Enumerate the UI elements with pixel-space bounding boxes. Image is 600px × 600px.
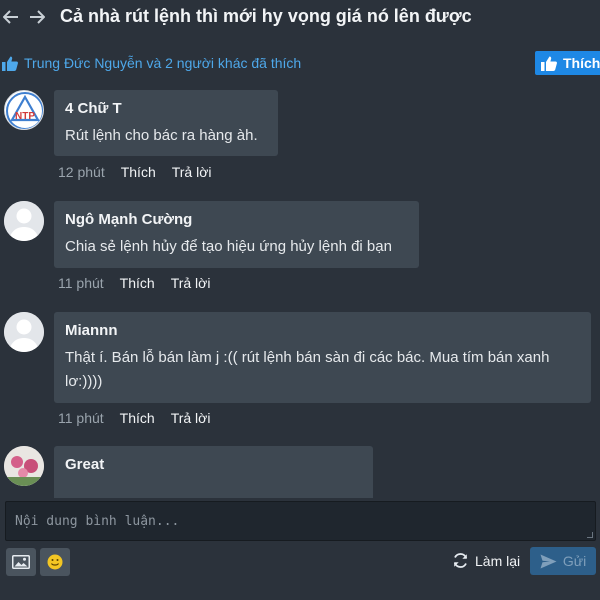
comment-composer: Làm lại Gửi <box>0 498 600 600</box>
comment-meta: 12 phút Thích Trả lời <box>58 164 212 180</box>
comment-bubble: Miannn Thật í. Bán lỗ bán làm j :(( rút … <box>54 312 591 403</box>
insert-emoji-button[interactable] <box>40 548 70 576</box>
avatar[interactable]: NTP <box>4 90 44 130</box>
comment-bubble: Great <box>54 446 373 506</box>
thumbs-up-icon <box>541 56 557 71</box>
comment-author[interactable]: Great <box>65 456 362 474</box>
comment-like-link[interactable]: Thích <box>120 275 155 291</box>
comment-reply-link[interactable]: Trả lời <box>171 275 211 291</box>
reset-button[interactable]: Làm lại <box>452 552 520 569</box>
resize-handle[interactable] <box>587 532 593 538</box>
emoji-icon <box>47 554 63 570</box>
arrow-left-icon <box>3 10 18 24</box>
comment-text: Chia sẻ lệnh hủy để tạo hiệu ứng hủy lện… <box>65 238 392 255</box>
comment-reply-link[interactable]: Trả lời <box>171 410 211 426</box>
comment-bubble: Ngô Mạnh Cường Chia sẻ lệnh hủy để tạo h… <box>54 201 419 268</box>
ntp-logo-icon: NTP <box>6 92 43 129</box>
thumbs-up-icon <box>2 56 18 71</box>
comment-author[interactable]: 4 Chữ T <box>65 100 267 118</box>
comment-reply-link[interactable]: Trả lời <box>172 164 212 180</box>
default-user-icon <box>4 312 44 352</box>
avatar[interactable] <box>4 201 44 241</box>
comment-input-wrapper <box>5 501 596 541</box>
comment-time: 11 phút <box>58 275 104 291</box>
likes-summary-text: Trung Đức Nguyễn và 2 người khác đã thíc… <box>24 55 302 71</box>
send-button[interactable]: Gửi <box>530 547 596 575</box>
page-title: Cả nhà rút lệnh thì mới hy vọng giá nó l… <box>60 6 472 26</box>
comment-input[interactable] <box>6 502 595 540</box>
refresh-icon <box>453 553 468 568</box>
likes-summary-link[interactable]: Trung Đức Nguyễn và 2 người khác đã thíc… <box>2 55 301 71</box>
comment-text: Thật í. Bán lỗ bán làm j :(( rút lệnh bá… <box>65 349 550 390</box>
comment-like-link[interactable]: Thích <box>120 410 155 426</box>
like-button-label: Thích <box>563 55 600 71</box>
paper-plane-icon <box>540 554 557 568</box>
comment-like-link[interactable]: Thích <box>121 164 156 180</box>
insert-image-button[interactable] <box>6 548 36 576</box>
forward-button[interactable] <box>26 6 48 28</box>
avatar[interactable] <box>4 446 44 486</box>
thread-header: Cả nhà rút lệnh thì mới hy vọng giá nó l… <box>0 0 600 36</box>
comment-author[interactable]: Miannn <box>65 322 580 340</box>
svg-text:NTP: NTP <box>15 111 35 122</box>
comment-meta: 11 phút Thích Trả lời <box>58 410 210 426</box>
comment-time: 11 phút <box>58 410 104 426</box>
default-user-icon <box>4 201 44 241</box>
likes-bar: Trung Đức Nguyễn và 2 người khác đã thíc… <box>0 52 600 76</box>
like-button[interactable]: Thích <box>535 51 600 75</box>
image-icon <box>12 555 30 569</box>
back-button[interactable] <box>0 6 22 28</box>
reset-button-label: Làm lại <box>475 552 521 569</box>
comment-meta: 11 phút Thích Trả lời <box>58 275 210 291</box>
comment-author[interactable]: Ngô Mạnh Cường <box>65 211 408 229</box>
comment-text: Rút lệnh cho bác ra hàng àh. <box>65 127 258 144</box>
send-button-label: Gửi <box>562 553 587 569</box>
comment-time: 12 phút <box>58 164 105 180</box>
arrow-right-icon <box>30 10 45 24</box>
avatar[interactable] <box>4 312 44 352</box>
comment-bubble: 4 Chữ T Rút lệnh cho bác ra hàng àh. <box>54 90 278 156</box>
photo-avatar-icon <box>4 446 44 486</box>
